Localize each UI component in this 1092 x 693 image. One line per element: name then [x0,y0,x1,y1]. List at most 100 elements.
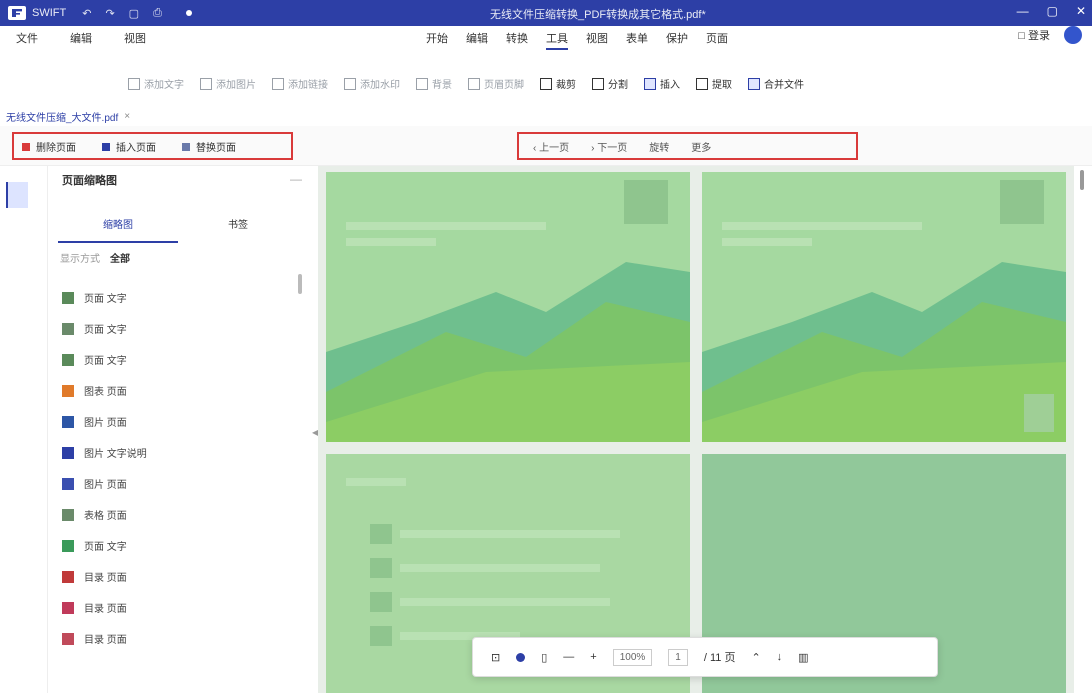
select-tool-icon[interactable] [516,652,526,662]
more-button[interactable]: 更多 [691,139,711,154]
close-window-button[interactable]: ✕ [1076,4,1086,18]
first-page-icon[interactable]: ⌃ [751,651,760,664]
page-logo-block [1000,180,1044,224]
replace-page-button[interactable]: 替换页面 [182,139,236,154]
floating-toolbar: ⊡ ▯ — + 100% 1 / 11 页 ⌃ ↓ ▥ [472,637,938,677]
canvas-scrollbar[interactable] [1076,166,1092,693]
list-item-label: 图片 文字说明 [84,449,147,460]
new-file-icon[interactable]: ▢ [129,7,139,20]
page-list: 页面 文字 页面 文字 页面 文字 图表 页面 图片 页面 图片 文字说明 图片… [62,282,147,654]
split-label: 分割 [608,80,628,91]
collapse-icon[interactable]: — [290,172,302,186]
extract-button[interactable]: 提取 [696,76,732,91]
login-button[interactable]: □ 登录 [1018,27,1050,43]
scrollbar-thumb[interactable] [1080,170,1084,190]
fit-page-icon[interactable]: ⊡ [491,651,500,664]
list-item-label: 目录 页面 [84,604,127,615]
toc-bullet [370,626,392,646]
add-image-label: 添加图片 [216,80,256,91]
tab-thumbnails[interactable]: 缩略图 [58,216,178,243]
grid-view-icon[interactable]: ▥ [798,651,808,664]
next-page-button[interactable]: › 下一页 [591,139,627,154]
list-item[interactable]: 表格 页面 [62,499,147,530]
list-item[interactable]: 目录 页面 [62,623,147,654]
list-item-label: 页面 文字 [84,294,127,305]
redo-icon[interactable]: ↷ [105,7,114,20]
delete-page-button[interactable]: 删除页面 [22,139,76,154]
rotate-button[interactable]: 旋转 [649,139,669,154]
list-item[interactable]: 图表 页面 [62,375,147,406]
tab-convert[interactable]: 转换 [506,30,528,50]
background-button[interactable]: 背景 [416,76,452,91]
list-item[interactable]: 图片 页面 [62,406,147,437]
merge-files-button[interactable]: 合并文件 [748,76,804,91]
menu-edit[interactable]: 编辑 [70,30,92,46]
list-item[interactable]: 页面 文字 [62,282,147,313]
maximize-button[interactable]: ▢ [1047,4,1058,18]
insert-page-button[interactable]: 插入页面 [102,139,156,154]
page-toolbar: 删除页面 插入页面 替换页面 ‹ 上一页 › 下一页 旋转 更多 [0,126,1092,166]
list-item[interactable]: 图片 页面 [62,468,147,499]
avatar[interactable] [1064,26,1082,44]
page-type-icon [62,601,74,614]
prev-page-button[interactable]: ‹ 上一页 [533,139,569,154]
undo-icon[interactable]: ↶ [82,7,91,20]
tab-form[interactable]: 表单 [626,30,648,50]
background-icon [416,78,428,90]
toc-line [400,530,620,538]
page-type-icon [62,539,74,552]
menu-file[interactable]: 文件 [16,30,38,46]
list-item[interactable]: 页面 文字 [62,313,147,344]
tab-home[interactable]: 开始 [426,30,448,50]
page-number-input[interactable]: 1 [668,648,688,666]
zoom-out-icon[interactable]: — [563,651,574,663]
list-item[interactable]: 目录 页面 [62,592,147,623]
menu-right: □ 登录 [1018,26,1082,44]
page-type-icon [62,384,74,397]
print-icon[interactable]: ⎙ [153,7,162,20]
page-thumbnail[interactable] [326,172,690,442]
last-page-icon[interactable]: ↓ [777,651,783,663]
tab-view[interactable]: 视图 [586,30,608,50]
close-tab-icon[interactable]: × [124,111,130,122]
list-item[interactable]: 页面 文字 [62,530,147,561]
tab-tools[interactable]: 工具 [546,30,568,50]
zoom-in-icon[interactable]: + [590,651,596,663]
page-thumbnail[interactable] [702,172,1066,442]
window-controls: — ▢ ✕ [1017,4,1086,18]
list-item[interactable]: 图片 文字说明 [62,437,147,468]
list-item[interactable]: 目录 页面 [62,561,147,592]
add-image-button[interactable]: 添加图片 [200,76,256,91]
tab-edit[interactable]: 编辑 [466,30,488,50]
file-tab[interactable]: 无线文件压缩_大文件.pdf × [6,108,130,124]
split-button[interactable]: 分割 [592,76,628,91]
menu-view[interactable]: 视图 [124,30,146,46]
list-item-label: 页面 文字 [84,325,127,336]
add-text-button[interactable]: 添加文字 [128,76,184,91]
tab-page[interactable]: 页面 [706,30,728,50]
zoom-select[interactable]: 100% [612,648,653,666]
list-item-label: 图片 页面 [84,418,127,429]
tab-bookmarks[interactable]: 书签 [178,216,298,243]
minimize-button[interactable]: — [1017,4,1029,18]
insert-button[interactable]: 插入 [644,76,680,91]
merge-icon [748,78,760,90]
sidebar-scrollbar[interactable] [298,274,302,294]
tab-protect[interactable]: 保护 [666,30,688,50]
list-item-label: 目录 页面 [84,635,127,646]
page-subtitle-line [722,238,812,246]
page-title-line [346,222,546,230]
add-watermark-button[interactable]: 添加水印 [344,76,400,91]
thumbnails-icon[interactable] [6,182,28,208]
single-page-icon[interactable]: ▯ [541,651,547,664]
add-link-button[interactable]: 添加链接 [272,76,328,91]
link-icon [272,78,284,90]
page-subtitle-line [346,238,436,246]
crop-button[interactable]: 裁剪 [540,76,576,91]
extract-icon [696,78,708,90]
list-item[interactable]: 页面 文字 [62,344,147,375]
list-item-label: 页面 文字 [84,356,127,367]
display-filter[interactable]: 显示方式 全部 [60,250,130,265]
add-text-label: 添加文字 [144,80,184,91]
header-footer-button[interactable]: 页眉页脚 [468,76,524,91]
